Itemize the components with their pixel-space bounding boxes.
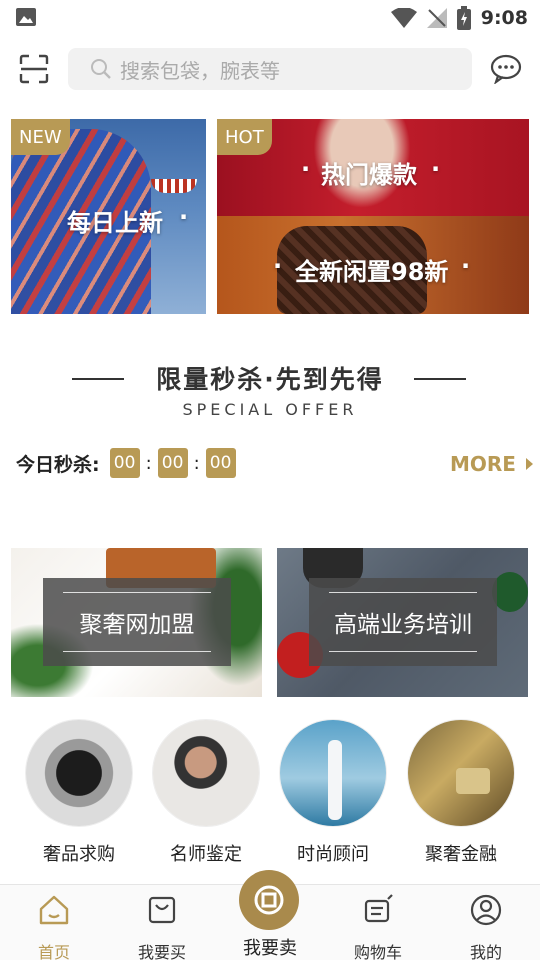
divider [63, 651, 211, 652]
nav-label: 购物车 [353, 943, 402, 960]
nav-profile[interactable]: 我的 [441, 893, 531, 960]
banner-dot: · [273, 252, 283, 280]
category-image [153, 720, 259, 826]
category-luxury-purchase[interactable]: 奢品求购 [24, 720, 134, 870]
banner-dot: · [461, 252, 471, 280]
scan-icon[interactable] [18, 53, 50, 85]
flash-sale-heading: 限量秒杀·先到先得 SPECIAL OFFER [0, 360, 540, 420]
category-image [280, 720, 386, 826]
home-icon [39, 895, 69, 925]
banner-dot: · [301, 155, 311, 183]
promo-training-label: 高端业务培训 [334, 612, 472, 638]
new-tag: NEW [11, 119, 70, 155]
search-placeholder: 搜索包袋，腕表等 [120, 58, 280, 83]
divider [329, 592, 477, 593]
category-fashion-advisor[interactable]: 时尚顾问 [278, 720, 388, 870]
buy-icon [148, 896, 176, 924]
search-header: 搜索包袋，腕表等 [0, 44, 540, 94]
countdown-label: 今日秒杀: [16, 453, 100, 476]
category-label: 名师鉴定 [170, 844, 242, 865]
category-label: 聚奢金融 [425, 844, 497, 865]
promo-label-box: 聚奢网加盟 [43, 578, 231, 666]
nav-cart[interactable]: 购物车 [333, 893, 423, 960]
more-label: MORE [450, 452, 516, 476]
message-icon[interactable] [490, 54, 522, 84]
banner-like-new-label: 全新闲置98新 [295, 258, 449, 286]
banner-hot[interactable]: HOT · 热门爆款 · [217, 119, 529, 216]
no-signal-icon [426, 8, 447, 28]
promo-franchise[interactable]: 聚奢网加盟 [11, 548, 262, 697]
banner-photo-detail [151, 179, 197, 193]
profile-icon [470, 894, 502, 926]
divider [414, 378, 466, 380]
chevron-right-icon [525, 458, 533, 470]
banner-dot: · [179, 203, 189, 231]
search-input[interactable]: 搜索包袋，腕表等 [68, 48, 472, 90]
category-image [408, 720, 514, 826]
category-label: 奢品求购 [43, 844, 115, 865]
nav-label: 我要买 [137, 943, 186, 960]
search-icon [91, 59, 111, 79]
category-finance[interactable]: 聚奢金融 [406, 720, 516, 870]
sell-icon [254, 885, 284, 915]
promo-training[interactable]: 高端业务培训 [277, 548, 528, 697]
banner-hot-label: 热门爆款 [321, 161, 417, 189]
banner-like-new[interactable]: · 全新闲置98新 · [217, 216, 529, 314]
wifi-icon [390, 8, 417, 28]
banner-daily-new[interactable]: NEW 每日上新 · [11, 119, 206, 314]
countdown-minutes: 00 [157, 448, 188, 478]
category-image [26, 720, 132, 826]
countdown-seconds: 00 [205, 448, 236, 478]
category-label: 时尚顾问 [297, 844, 369, 865]
category-authentication[interactable]: 名师鉴定 [151, 720, 261, 870]
nav-sell-label[interactable]: 我要卖 [220, 934, 320, 960]
nav-label: 我的 [469, 943, 502, 960]
battery-icon [456, 6, 471, 30]
divider [72, 378, 124, 380]
clock: 9:08 [480, 7, 528, 29]
colon: : [145, 452, 152, 474]
promo-franchise-label: 聚奢网加盟 [79, 612, 195, 638]
colon: : [193, 452, 200, 474]
nav-buy[interactable]: 我要买 [117, 893, 207, 960]
divider [63, 592, 211, 593]
promo-photo [492, 572, 528, 612]
nav-label: 首页 [37, 943, 70, 960]
banner-daily-new-label: 每日上新 [67, 209, 163, 237]
system-icons: 9:08 [390, 4, 528, 32]
nav-home[interactable]: 首页 [9, 893, 99, 960]
more-link[interactable]: MORE [450, 452, 533, 476]
section-subtitle: SPECIAL OFFER [182, 400, 358, 419]
countdown-hours: 00 [109, 448, 140, 478]
hot-tag: HOT [217, 119, 272, 155]
promo-label-box: 高端业务培训 [309, 578, 497, 666]
status-bar: 9:08 [0, 0, 540, 36]
cart-icon [364, 894, 393, 923]
banner-dot: · [431, 155, 441, 183]
gallery-icon [16, 8, 36, 26]
flash-sale-countdown: 今日秒杀: 00 : 00 : 00 [16, 447, 236, 479]
divider [329, 651, 477, 652]
nav-sell-button[interactable] [239, 870, 299, 930]
